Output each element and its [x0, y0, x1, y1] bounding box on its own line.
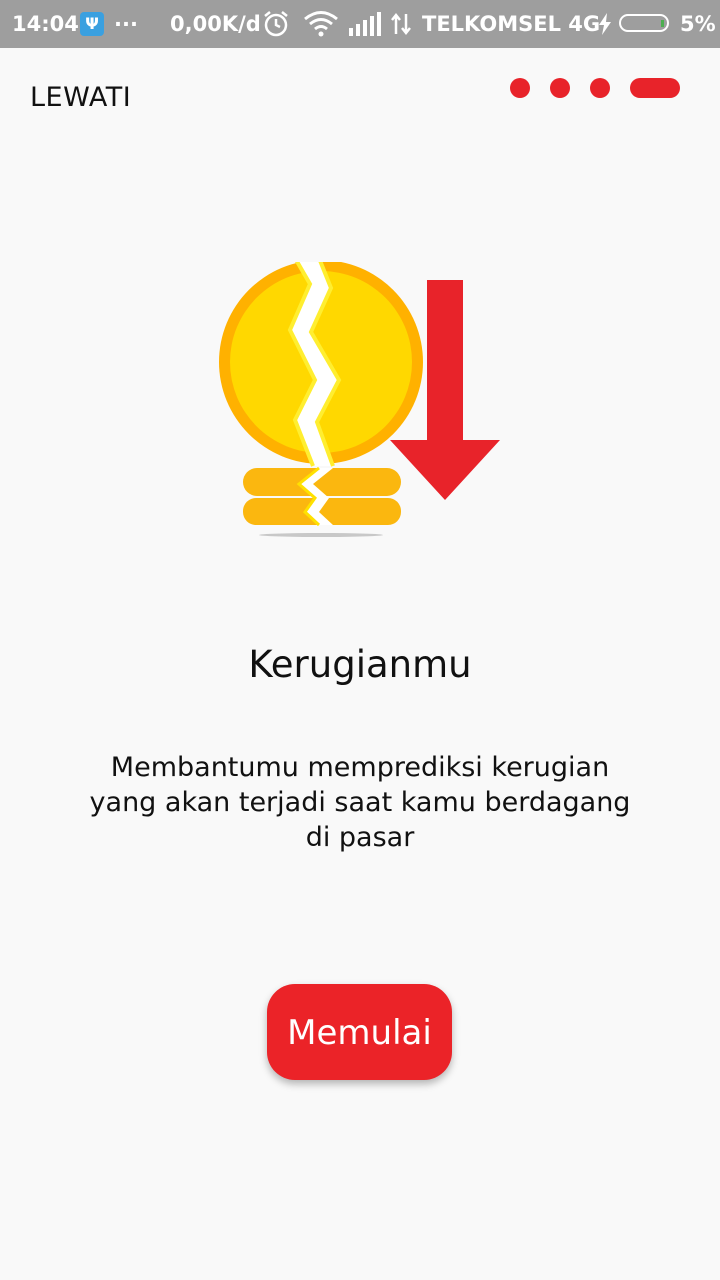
signal-icon	[349, 12, 381, 36]
wifi-icon	[304, 11, 338, 37]
usb-icon: Ψ	[80, 12, 104, 36]
page-description: Membantumu memprediksi kerugian yang aka…	[89, 752, 631, 853]
page-indicator	[0, 78, 720, 98]
more-notifications: ...	[114, 7, 138, 31]
page-dot-active	[630, 78, 680, 98]
page-dot	[590, 78, 610, 98]
page-title: Kerugianmu	[248, 643, 472, 686]
network-speed: 0,00K/d	[170, 12, 261, 36]
broken-coin-down-arrow-icon	[219, 257, 500, 537]
battery-icon	[619, 14, 669, 32]
illustration	[215, 257, 505, 542]
start-button[interactable]: Memulai	[267, 984, 452, 1080]
battery-percent: 5%	[680, 12, 716, 36]
page-dot	[550, 78, 570, 98]
page-dot	[510, 78, 530, 98]
data-arrows-icon	[391, 12, 411, 36]
status-time: 14:04	[12, 12, 79, 36]
alarm-icon	[264, 11, 288, 37]
carrier-name: TELKOMSEL 4G	[422, 12, 601, 36]
status-bar: 14:04 Ψ ... 0,00K/d TELKOMSEL 4G 5%	[0, 0, 720, 48]
bolt-icon	[599, 13, 611, 35]
